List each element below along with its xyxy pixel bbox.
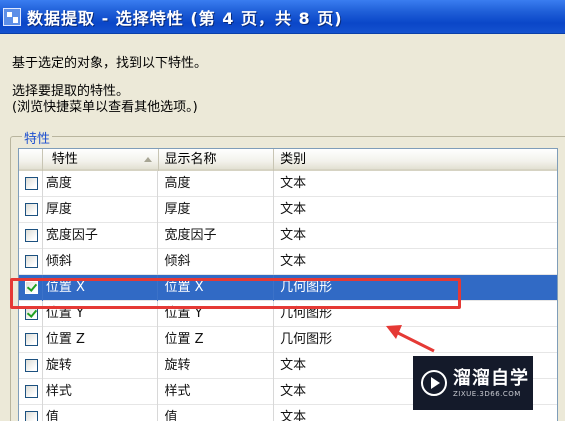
watermark-text: 溜溜自学 (453, 368, 529, 389)
arrow-shaft (393, 329, 435, 353)
play-icon (421, 370, 447, 396)
arrow-head (386, 325, 402, 339)
watermark-logo: 溜溜自学 ZIXUE.3D66.COM (413, 356, 533, 410)
watermark-url: ZIXUE.3D66.COM (453, 390, 521, 398)
